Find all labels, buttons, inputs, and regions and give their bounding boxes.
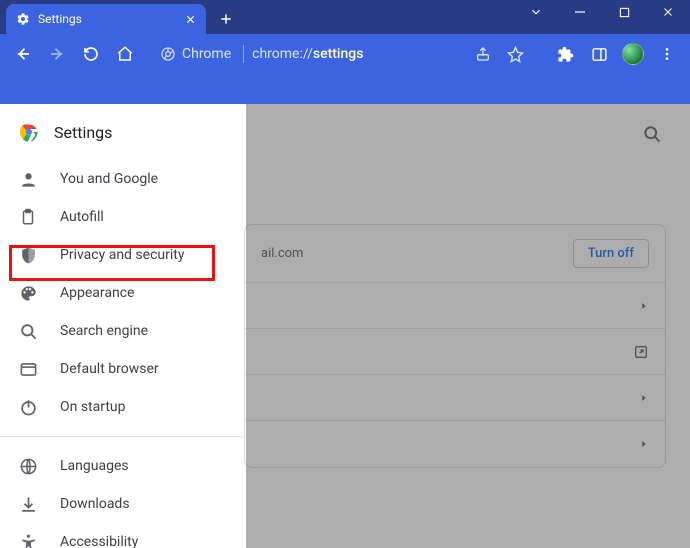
sidebar-item-label: Appearance [60,285,134,301]
toolbar: Chrome chrome://settings [0,34,690,74]
sidebar-item-autofill[interactable]: Autofill [0,198,246,236]
sidebar-item-on-startup[interactable]: On startup [0,388,246,426]
url-text: chrome://settings [252,46,363,62]
sidebar-item-label: Languages [60,458,129,474]
browser-window-icon [18,359,38,379]
tab-title: Settings [38,12,82,26]
globe-icon [18,456,38,476]
shield-icon [18,245,38,265]
sidebar-item-you-and-google[interactable]: You and Google [0,160,246,198]
sidepanel-icon[interactable] [584,39,614,69]
sidebar-item-privacy-security[interactable]: Privacy and security [0,236,246,274]
sidebar-item-label: You and Google [60,171,158,187]
sidebar-item-languages[interactable]: Languages [0,447,246,485]
gear-icon [16,12,30,26]
power-icon [18,397,38,417]
reload-button[interactable] [76,39,106,69]
person-icon [18,169,38,189]
page-title: Settings [54,123,112,142]
new-tab-button[interactable] [212,5,240,33]
browser-tab[interactable]: Settings [6,4,206,34]
chrome-icon [160,46,176,62]
sidebar-item-label: Downloads [60,496,130,512]
download-icon [18,494,38,514]
sidebar-item-label: Privacy and security [60,247,184,263]
sidebar-item-downloads[interactable]: Downloads [0,485,246,523]
sidebar-item-default-browser[interactable]: Default browser [0,350,246,388]
sidebar: Settings You and Google Autofill Privacy [0,104,246,548]
sidebar-item-label: Autofill [60,209,104,225]
bookmark-icon[interactable] [500,39,530,69]
chrome-logo-icon [18,121,40,143]
back-button[interactable] [8,39,38,69]
home-button[interactable] [110,39,140,69]
main-panel: ail.com Turn off [246,104,690,548]
site-chip-label: Chrome [182,46,231,62]
omnibox-divider [243,45,244,63]
sidebar-scroll[interactable]: You and Google Autofill Privacy and secu… [0,160,246,548]
minimize-button[interactable] [558,0,602,24]
clipboard-icon [18,207,38,227]
sidebar-item-label: Accessibility [60,534,138,548]
palette-icon [18,283,38,303]
profile-avatar[interactable] [618,39,648,69]
sidebar-header: Settings [0,104,246,160]
accessibility-icon [18,532,38,548]
window-controls [514,0,690,34]
maximize-button[interactable] [602,0,646,24]
sidebar-item-label: Default browser [60,361,159,377]
close-window-button[interactable] [646,0,690,24]
titlebar: Settings [0,0,690,34]
close-tab-button[interactable] [185,14,196,25]
sidebar-item-label: Search engine [60,323,148,339]
site-chip[interactable]: Chrome [154,41,241,67]
main-panel-overlay [246,104,690,548]
tab-search-button[interactable] [514,0,558,24]
forward-button[interactable] [42,39,72,69]
sidebar-item-appearance[interactable]: Appearance [0,274,246,312]
share-icon[interactable] [468,39,498,69]
menu-icon[interactable] [652,39,682,69]
sidebar-separator [0,436,246,437]
omnibox[interactable]: Chrome chrome://settings [150,39,540,69]
search-icon [18,321,38,341]
content-area: Settings You and Google Autofill Privacy [0,104,690,548]
sidebar-item-search-engine[interactable]: Search engine [0,312,246,350]
toolbar-extension [0,74,690,104]
sidebar-item-accessibility[interactable]: Accessibility [0,523,246,548]
sidebar-item-label: On startup [60,399,126,415]
extensions-icon[interactable] [550,39,580,69]
